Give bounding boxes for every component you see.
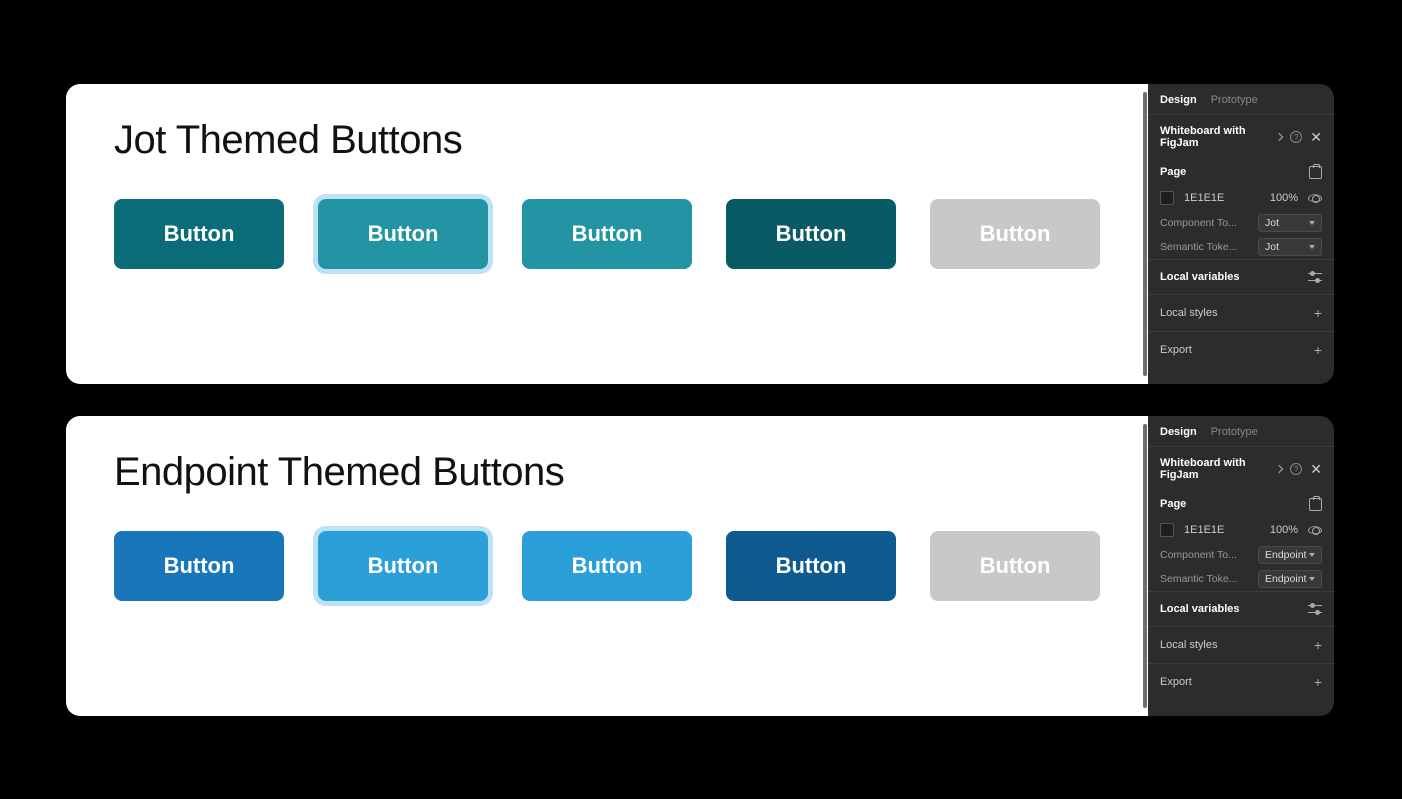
variable-mode-select[interactable]: Endpoint [1258, 546, 1322, 564]
button-hover[interactable]: Button [522, 199, 692, 269]
color-swatch[interactable] [1160, 523, 1174, 537]
variable-collection-label: Semantic Toke... [1160, 241, 1237, 253]
visibility-icon[interactable] [1308, 191, 1322, 205]
chevron-down-icon [1309, 553, 1315, 557]
file-row: Whiteboard with FigJam? ✕ [1148, 446, 1334, 491]
export-label: Export [1160, 344, 1192, 356]
variable-mode-select[interactable]: Endpoint [1258, 570, 1322, 588]
tab-design[interactable]: Design [1160, 94, 1197, 106]
button-disabled: Button [930, 199, 1100, 269]
color-swatch[interactable] [1160, 191, 1174, 205]
button-default[interactable]: Button [114, 199, 284, 269]
opacity-value[interactable]: 100% [1270, 192, 1298, 204]
plus-icon[interactable]: + [1314, 342, 1322, 358]
export-section[interactable]: Export + [1148, 663, 1334, 700]
tab-prototype[interactable]: Prototype [1211, 94, 1258, 106]
button-disabled: Button [930, 531, 1100, 601]
button-focus[interactable]: Button [318, 199, 488, 269]
page-fill-row: 1E1E1E 100% [1148, 185, 1334, 211]
opacity-value[interactable]: 100% [1270, 524, 1298, 536]
inspector-panel: Design Prototype Whiteboard with FigJam? ✕ P… [1148, 84, 1334, 384]
plus-icon[interactable]: + [1314, 674, 1322, 690]
variable-collection-label: Semantic Toke... [1160, 573, 1237, 585]
jot-section: Jot Themed ButtonsButtonButtonButtonButt… [66, 84, 1334, 384]
local-variables-section[interactable]: Local variables [1148, 591, 1334, 626]
page-header: Page [1148, 159, 1334, 185]
file-row: Whiteboard with FigJam? ✕ [1148, 114, 1334, 159]
export-section[interactable]: Export + [1148, 331, 1334, 368]
chevron-down-icon [1309, 245, 1315, 249]
page-label: Page [1160, 166, 1186, 178]
tab-prototype[interactable]: Prototype [1211, 426, 1258, 438]
page-header: Page [1148, 491, 1334, 517]
button-row: Button Button Button Button Button [114, 531, 1100, 601]
variable-mode-row: Component To... Jot [1148, 211, 1334, 235]
variable-mode-value: Endpoint [1265, 549, 1306, 561]
info-icon[interactable]: ? [1290, 463, 1302, 475]
sliders-icon[interactable] [1308, 270, 1322, 284]
chevron-right-icon[interactable] [1270, 131, 1282, 143]
local-variables-section[interactable]: Local variables [1148, 259, 1334, 294]
variable-mode-value: Endpoint [1265, 573, 1306, 585]
close-icon[interactable]: ✕ [1310, 130, 1322, 144]
tab-design[interactable]: Design [1160, 426, 1197, 438]
color-hex[interactable]: 1E1E1E [1184, 524, 1224, 536]
canvas[interactable]: Endpoint Themed ButtonsButtonButtonButto… [66, 416, 1148, 716]
variable-mode-value: Jot [1265, 241, 1279, 253]
local-variables-label: Local variables [1160, 271, 1240, 283]
clipboard-icon[interactable] [1309, 166, 1322, 179]
local-variables-label: Local variables [1160, 603, 1240, 615]
filename[interactable]: Whiteboard with FigJam [1160, 125, 1270, 149]
local-styles-label: Local styles [1160, 639, 1217, 651]
local-styles-label: Local styles [1160, 307, 1217, 319]
canvas-title: Endpoint Themed Buttons [114, 450, 1100, 495]
panel-tabs: Design Prototype [1148, 84, 1334, 114]
canvas-title: Jot Themed Buttons [114, 118, 1100, 163]
variable-mode-row: Semantic Toke... Jot [1148, 235, 1334, 259]
close-icon[interactable]: ✕ [1310, 462, 1322, 476]
chevron-down-icon [1309, 221, 1315, 225]
page-label: Page [1160, 498, 1186, 510]
local-styles-section[interactable]: Local styles + [1148, 626, 1334, 663]
variable-mode-value: Jot [1265, 217, 1279, 229]
clipboard-icon[interactable] [1309, 498, 1322, 511]
variable-collection-label: Component To... [1160, 217, 1237, 229]
variable-collection-label: Component To... [1160, 549, 1237, 561]
filename[interactable]: Whiteboard with FigJam [1160, 457, 1270, 481]
canvas[interactable]: Jot Themed ButtonsButtonButtonButtonButt… [66, 84, 1148, 384]
endpoint-section: Endpoint Themed ButtonsButtonButtonButto… [66, 416, 1334, 716]
button-default[interactable]: Button [114, 531, 284, 601]
sliders-icon[interactable] [1308, 602, 1322, 616]
button-hover[interactable]: Button [522, 531, 692, 601]
chevron-right-icon[interactable] [1270, 463, 1282, 475]
color-hex[interactable]: 1E1E1E [1184, 192, 1224, 204]
button-pressed[interactable]: Button [726, 531, 896, 601]
local-styles-section[interactable]: Local styles + [1148, 294, 1334, 331]
export-label: Export [1160, 676, 1192, 688]
button-row: Button Button Button Button Button [114, 199, 1100, 269]
variable-mode-row: Semantic Toke... Endpoint [1148, 567, 1334, 591]
page-fill-row: 1E1E1E 100% [1148, 517, 1334, 543]
variable-mode-select[interactable]: Jot [1258, 238, 1322, 256]
button-focus[interactable]: Button [318, 531, 488, 601]
chevron-down-icon [1309, 577, 1315, 581]
plus-icon[interactable]: + [1314, 637, 1322, 653]
button-pressed[interactable]: Button [726, 199, 896, 269]
visibility-icon[interactable] [1308, 523, 1322, 537]
info-icon[interactable]: ? [1290, 131, 1302, 143]
inspector-panel: Design Prototype Whiteboard with FigJam? ✕ P… [1148, 416, 1334, 716]
variable-mode-row: Component To... Endpoint [1148, 543, 1334, 567]
variable-mode-select[interactable]: Jot [1258, 214, 1322, 232]
plus-icon[interactable]: + [1314, 305, 1322, 321]
panel-tabs: Design Prototype [1148, 416, 1334, 446]
